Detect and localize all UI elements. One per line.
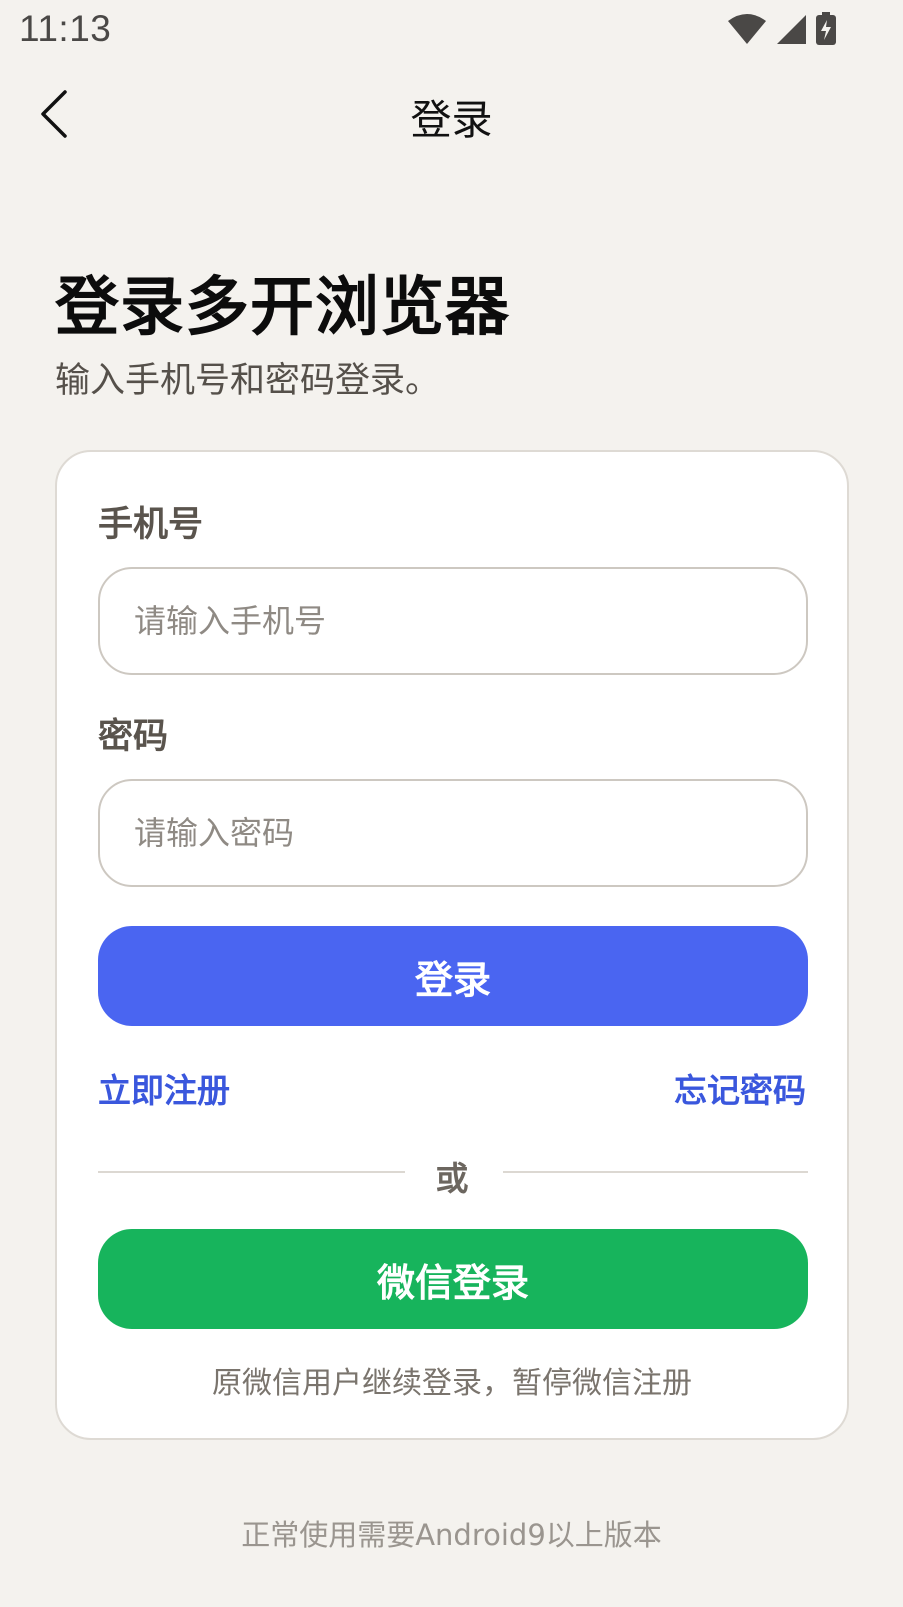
register-link[interactable]: 立即注册 (98, 1064, 230, 1112)
page-subtitle: 输入手机号和密码登录。 (55, 361, 441, 401)
password-input[interactable] (132, 813, 806, 853)
signal-icon (775, 13, 807, 49)
phone-input[interactable] (132, 601, 806, 641)
wechat-note: 原微信用户继续登录，暂停微信注册 (212, 1366, 692, 1401)
status-time: 11:13 (19, 8, 112, 49)
login-card: 手机号 密码 登录 立即注册 忘记密码 或 微信登录 原微信用户继续登录，暂停微… (55, 450, 849, 1440)
password-label: 密码 (98, 717, 169, 757)
page-title: 登录多开浏览器 (55, 271, 510, 345)
battery-charging-icon (815, 12, 837, 50)
login-button[interactable]: 登录 (98, 926, 808, 1026)
divider-or-text: 或 (435, 1159, 469, 1198)
app-bar-title: 登录 (410, 96, 493, 144)
phone-label: 手机号 (98, 505, 204, 545)
status-bar: 11:13 (0, 0, 903, 64)
app-bar: 登录 (0, 72, 903, 158)
password-field-box (98, 779, 808, 887)
wechat-login-button[interactable]: 微信登录 (98, 1229, 808, 1329)
status-icons (727, 12, 837, 50)
forgot-password-link[interactable]: 忘记密码 (674, 1064, 806, 1112)
wifi-icon (727, 13, 767, 49)
footer-note: 正常使用需要Android9以上版本 (241, 1518, 662, 1552)
phone-field-box (98, 567, 808, 675)
